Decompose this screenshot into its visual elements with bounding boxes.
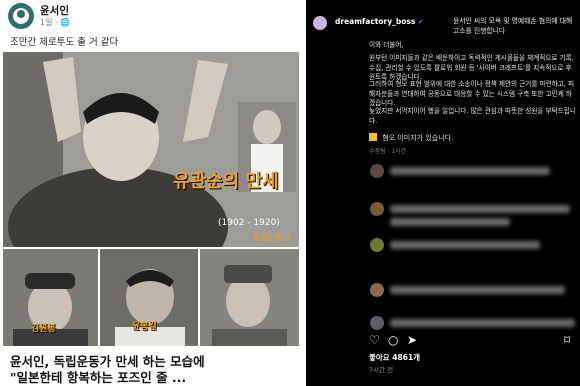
comment-line	[390, 319, 575, 327]
avatar-icon	[13, 8, 29, 24]
facebook-post: 윤서인 1일 · 🌐 조만간 제로투도 출 거 같다 유관순의 만세 (1902…	[0, 0, 306, 386]
comment-line	[390, 241, 540, 249]
photo-main-caption: 유관순의 만세	[173, 171, 279, 192]
author-name[interactable]: 윤서인	[40, 3, 69, 18]
ig-warning: 혐오 이미지가 있습니다.	[369, 133, 453, 143]
ig-edited: 수정됨 · 1시간	[369, 148, 407, 155]
man-in-hat-photo	[212, 265, 287, 346]
warning-icon	[369, 133, 377, 141]
photo-thumb-1[interactable]: 김원봉	[3, 249, 98, 346]
ig-time: 7시간 전	[369, 366, 394, 374]
photo-years: (1902 - 1920)	[218, 218, 280, 228]
comment-icon[interactable]: ○	[388, 333, 398, 347]
post-caption: 조만간 제로투도 출 거 같다	[10, 37, 119, 48]
photo-caption-2: 김원봉	[31, 324, 56, 334]
photo-sub-caption: 독립운동가	[253, 233, 290, 242]
comment-line	[390, 286, 565, 294]
comment-avatar[interactable]	[370, 316, 384, 330]
title-line-1: 윤서인, 독립운동가 만세 하는 모습에	[10, 354, 205, 369]
ig-header: dreamfactory_boss ✔	[335, 17, 424, 26]
comment-line	[390, 218, 510, 226]
instagram-post: dreamfactory_boss ✔ 윤서인 씨의 모욕 및 명예훼손 혐의에…	[306, 0, 580, 386]
comment-avatar[interactable]	[370, 164, 384, 178]
comment-line	[390, 205, 570, 213]
ig-paragraph-3: 그러하여 형모 표현 범위에 대한 소송이나 정책 제안의 근거를 마련하고, …	[369, 80, 575, 107]
photo-thumb-3[interactable]	[200, 249, 299, 346]
ig-header-text: 윤서인 씨의 모욕 및 명예훼손 혐의에 대해 고소를 진행합니다	[453, 17, 573, 35]
ig-avatar[interactable]	[313, 16, 327, 30]
ig-username[interactable]: dreamfactory_boss	[335, 17, 415, 26]
ig-paragraph-1: 이와 더불어,	[369, 41, 404, 49]
main-photo[interactable]: 유관순의 만세 (1902 - 1920) 독립운동가	[3, 52, 299, 247]
verified-icon: ✔	[417, 18, 424, 26]
ig-likes[interactable]: 좋아요 4861개	[369, 352, 420, 363]
article-title[interactable]: 윤서인, 독립운동가 만세 하는 모습에 "일본한테 항복하는 포즈인 줄 ..…	[10, 354, 300, 386]
warning-text: 혐오 이미지가 있습니다.	[382, 134, 454, 142]
bookmark-icon[interactable]: ⌑	[564, 333, 570, 347]
author-avatar[interactable]	[8, 3, 34, 29]
photo-thumb-2[interactable]: 윤봉길	[100, 249, 198, 346]
heart-icon[interactable]: ♡	[369, 333, 380, 347]
photo-caption-3: 윤봉길	[132, 322, 157, 332]
comment-avatar[interactable]	[370, 238, 384, 252]
title-line-2: "일본한테 항복하는 포즈인 줄 ...	[10, 370, 187, 385]
post-meta: 1일 · 🌐	[40, 18, 71, 27]
comment-avatar[interactable]	[370, 202, 384, 216]
ig-paragraph-2: 원부턴 이미지들과 같은 배운하이고 독력적인 게시물들을 체계적으로 기록, …	[369, 54, 574, 81]
share-icon[interactable]: ➤	[407, 333, 417, 347]
comment-avatar[interactable]	[370, 283, 384, 297]
comment-line	[390, 167, 550, 175]
ig-paragraph-4: 늦었지만 서먹지이어 했을 일입니다. 많은 관심과 따뜻한 성원을 부탁드립니…	[369, 107, 576, 125]
